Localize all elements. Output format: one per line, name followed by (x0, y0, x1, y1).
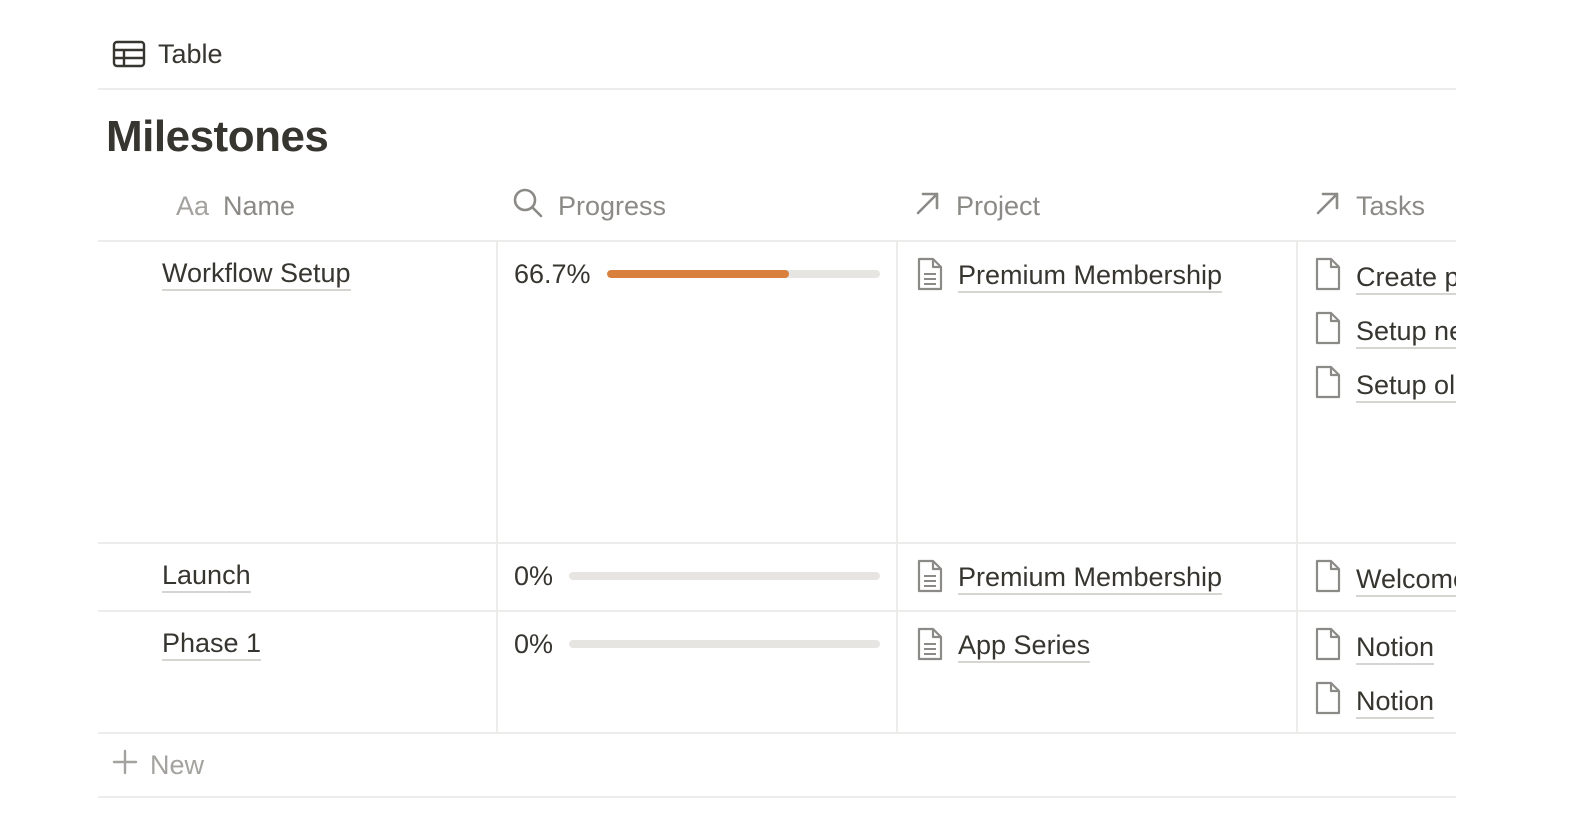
relation-arrow-icon (914, 189, 942, 224)
page-icon (1315, 365, 1341, 399)
document-icon (916, 626, 944, 662)
project-name: Premium Membership (958, 260, 1223, 293)
page-icon (1315, 311, 1341, 345)
progress-value: 66.7% (514, 258, 591, 289)
progress-bar (606, 270, 880, 278)
table-row[interactable]: Phase 1 0% App Series Notion Notion (98, 612, 1456, 734)
project-link[interactable]: Premium Membership (916, 256, 1223, 293)
table-icon (112, 40, 146, 68)
task-name: Welcome (1356, 564, 1456, 597)
progress-cell[interactable]: 66.7% (496, 242, 896, 542)
task-link[interactable]: Notion (1314, 680, 1456, 722)
view-tab-label: Table (158, 38, 223, 69)
database-table: Aa Name Progress Project Tasks Workflow … (98, 172, 1456, 798)
column-header-tasks[interactable]: Tasks (1314, 172, 1425, 240)
task-link[interactable]: Setup new payment flow (1314, 310, 1456, 352)
document-icon (916, 558, 944, 594)
relation-arrow-icon (1314, 189, 1342, 224)
table-row[interactable]: Launch 0% Premium Membership Welcom (98, 544, 1456, 612)
progress-value: 0% (514, 560, 554, 591)
column-header-progress[interactable]: Progress (512, 172, 666, 240)
view-tab-table[interactable]: Table (112, 34, 223, 74)
progress-indicator: 0% (514, 560, 880, 592)
task-name: Setup old members (1356, 370, 1456, 403)
task-list: Create page design Setup new payment flo… (1314, 256, 1456, 418)
task-name: Setup new payment flow (1356, 316, 1456, 349)
progress-bar (569, 572, 880, 580)
column-header-name[interactable]: Aa Name (176, 172, 295, 240)
project-cell[interactable]: Premium Membership (896, 544, 1296, 610)
task-name: Notion (1356, 686, 1435, 719)
task-link[interactable]: Welcome (1314, 558, 1456, 600)
new-row-button[interactable]: New (98, 734, 1456, 798)
column-header-project[interactable]: Project (914, 172, 1040, 240)
text-property-icon: Aa (176, 190, 210, 221)
column-header-label: Project (956, 190, 1041, 221)
new-row-label: New (150, 749, 205, 780)
document-icon (916, 256, 944, 292)
project-name: Premium Membership (958, 562, 1223, 595)
column-header-label: Name (223, 190, 296, 221)
tasks-cell[interactable]: Create page design Setup new payment flo… (1296, 242, 1456, 542)
task-link[interactable]: Notion (1314, 626, 1456, 668)
name-cell[interactable]: Launch (98, 544, 496, 610)
task-list: Welcome (1314, 558, 1456, 612)
row-name[interactable]: Phase 1 (162, 628, 262, 661)
project-link[interactable]: Premium Membership (916, 558, 1223, 595)
project-link[interactable]: App Series (916, 626, 1091, 663)
task-list: Notion Notion (1314, 626, 1456, 734)
task-link[interactable]: Setup old members (1314, 364, 1456, 406)
task-name: Notion (1356, 632, 1435, 665)
page-icon (1315, 257, 1341, 291)
progress-cell[interactable]: 0% (496, 612, 896, 732)
progress-indicator: 66.7% (514, 258, 880, 290)
search-icon (512, 187, 544, 226)
tasks-cell[interactable]: Notion Notion (1296, 612, 1456, 732)
table-row[interactable]: Workflow Setup 66.7% Premium Membership … (98, 242, 1456, 544)
column-header-label: Progress (558, 190, 667, 221)
progress-value: 0% (514, 628, 554, 659)
plus-icon (112, 749, 138, 782)
tasks-cell[interactable]: Welcome (1296, 544, 1456, 610)
table-header: Aa Name Progress Project Tasks (98, 172, 1456, 242)
name-cell[interactable]: Phase 1 (98, 612, 496, 732)
progress-bar (569, 640, 880, 648)
database-title[interactable]: Milestones (106, 112, 329, 162)
project-name: App Series (958, 630, 1091, 663)
project-cell[interactable]: App Series (896, 612, 1296, 732)
view-bar: Table (98, 0, 1456, 90)
row-name[interactable]: Launch (162, 560, 251, 593)
project-cell[interactable]: Premium Membership (896, 242, 1296, 542)
name-cell[interactable]: Workflow Setup (98, 242, 496, 542)
task-name: Create page design (1356, 262, 1456, 295)
row-name[interactable]: Workflow Setup (162, 258, 351, 291)
progress-cell[interactable]: 0% (496, 544, 896, 610)
progress-indicator: 0% (514, 628, 880, 660)
column-header-label: Tasks (1356, 190, 1426, 221)
task-link[interactable]: Create page design (1314, 256, 1456, 298)
page-icon (1315, 681, 1341, 715)
page-icon (1315, 627, 1341, 661)
page-icon (1315, 559, 1341, 593)
progress-bar-fill (606, 270, 789, 278)
